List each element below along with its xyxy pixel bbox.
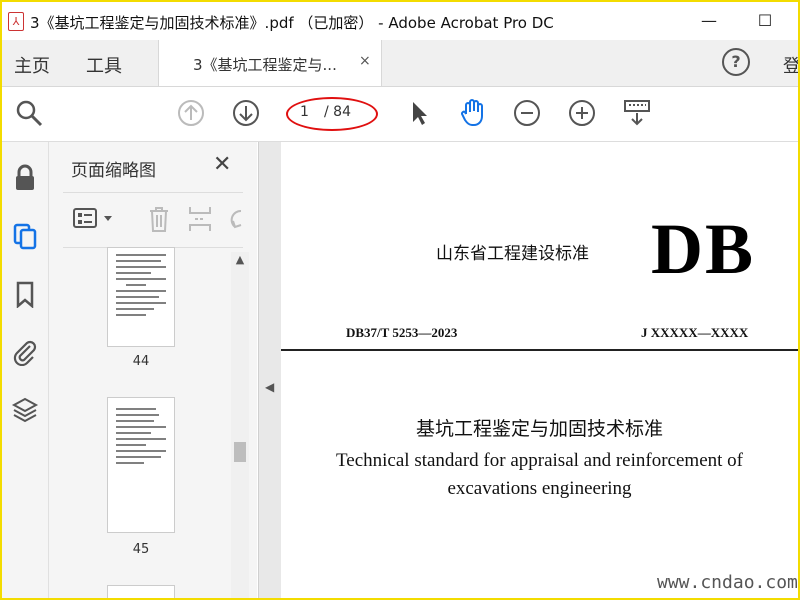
left-navigation-rail xyxy=(2,142,49,598)
bookmark-icon[interactable] xyxy=(11,280,39,308)
document-view: 山东省工程建设标准 DB DB37/T 5253—2023 J XXXXX—XX… xyxy=(281,142,798,598)
thumbnail-scrollbar[interactable]: ▲ xyxy=(231,252,249,598)
thumbnail-page-45[interactable] xyxy=(107,397,175,533)
title-bar: ⅄ 3《基坑工程鉴定与加固技术标准》.pdf （已加密） - Adobe Acr… xyxy=(2,2,798,40)
page-up-icon[interactable] xyxy=(176,98,206,128)
document-tab-label: 3《基坑工程鉴定与... xyxy=(193,56,337,74)
zoom-in-icon[interactable] xyxy=(567,98,597,128)
keyboard-scroll-icon[interactable] xyxy=(622,98,652,128)
panel-splitter[interactable]: ◀ xyxy=(258,142,282,598)
zoom-out-icon[interactable] xyxy=(512,98,542,128)
tab-tools[interactable]: 工具 xyxy=(86,52,122,78)
tab-bar: 主页 工具 3《基坑工程鉴定与... × ? 登 xyxy=(2,40,798,87)
maximize-button[interactable]: ☐ xyxy=(748,8,782,34)
page-down-icon[interactable] xyxy=(231,98,261,128)
attachment-icon[interactable] xyxy=(11,338,39,366)
tab-home[interactable]: 主页 xyxy=(14,52,50,78)
thumbnail-page-number: 44 xyxy=(132,354,150,369)
main-toolbar: 1 / 84 xyxy=(2,87,798,142)
thumbnail-page-44[interactable] xyxy=(107,247,175,347)
thumbnail-toolbar xyxy=(63,192,243,248)
acrobat-logo-icon: ⅄ xyxy=(8,12,24,31)
scrollbar-thumb[interactable] xyxy=(234,442,246,462)
close-panel-button[interactable]: ✕ xyxy=(213,152,231,177)
scroll-up-arrow-icon[interactable]: ▲ xyxy=(231,252,249,268)
document-title-cn: 基坑工程鉴定与加固技术标准 xyxy=(415,418,663,440)
thumbnail-page-46[interactable] xyxy=(107,585,175,598)
acrobat-window: ⅄ 3《基坑工程鉴定与加固技术标准》.pdf （已加密） - Adobe Acr… xyxy=(0,0,800,600)
rotate-page-icon[interactable] xyxy=(229,207,243,231)
thumbnail-list: 44 45 xyxy=(49,247,229,598)
help-button[interactable]: ? xyxy=(722,48,750,76)
thumbnail-page-number: 45 xyxy=(132,542,150,557)
site-watermark: www.cndao.com xyxy=(657,572,798,593)
document-organization: 山东省工程建设标准 xyxy=(436,244,589,264)
document-db-badge: DB xyxy=(651,209,756,289)
collapse-panel-icon[interactable]: ◀ xyxy=(265,380,274,394)
pages-icon[interactable] xyxy=(11,222,39,250)
red-highlight-ellipse xyxy=(286,97,378,131)
document-tab[interactable]: 3《基坑工程鉴定与... × xyxy=(158,40,382,86)
lock-icon[interactable] xyxy=(11,164,39,192)
minimize-button[interactable]: — xyxy=(692,8,726,34)
thumbnail-options-icon[interactable] xyxy=(73,207,99,231)
window-title: 3《基坑工程鉴定与加固技术标准》.pdf （已加密） - Adobe Acrob… xyxy=(30,14,554,32)
select-cursor-icon[interactable] xyxy=(404,98,434,128)
panel-title: 页面缩略图 xyxy=(71,161,156,181)
page-navigator[interactable]: 1 / 84 xyxy=(286,97,378,131)
document-title-en-line2: excavations engineering xyxy=(447,478,632,499)
chevron-down-icon[interactable] xyxy=(103,215,113,223)
page-thumbnails-panel: 页面缩略图 ✕ 44 45 ▲ xyxy=(49,142,257,598)
layers-icon[interactable] xyxy=(11,396,39,424)
close-tab-button[interactable]: × xyxy=(359,53,371,69)
header-rule xyxy=(281,349,798,351)
record-code: J XXXXX—XXXX xyxy=(641,325,749,340)
search-zoom-icon[interactable] xyxy=(14,98,44,128)
sign-in-link[interactable]: 登 xyxy=(783,52,798,78)
hand-tool-icon[interactable] xyxy=(458,98,488,128)
insert-page-icon[interactable] xyxy=(187,205,213,233)
document-title-en-line1: Technical standard for appraisal and rei… xyxy=(336,450,743,471)
standard-code: DB37/T 5253—2023 xyxy=(346,325,458,340)
delete-page-icon[interactable] xyxy=(147,205,171,233)
